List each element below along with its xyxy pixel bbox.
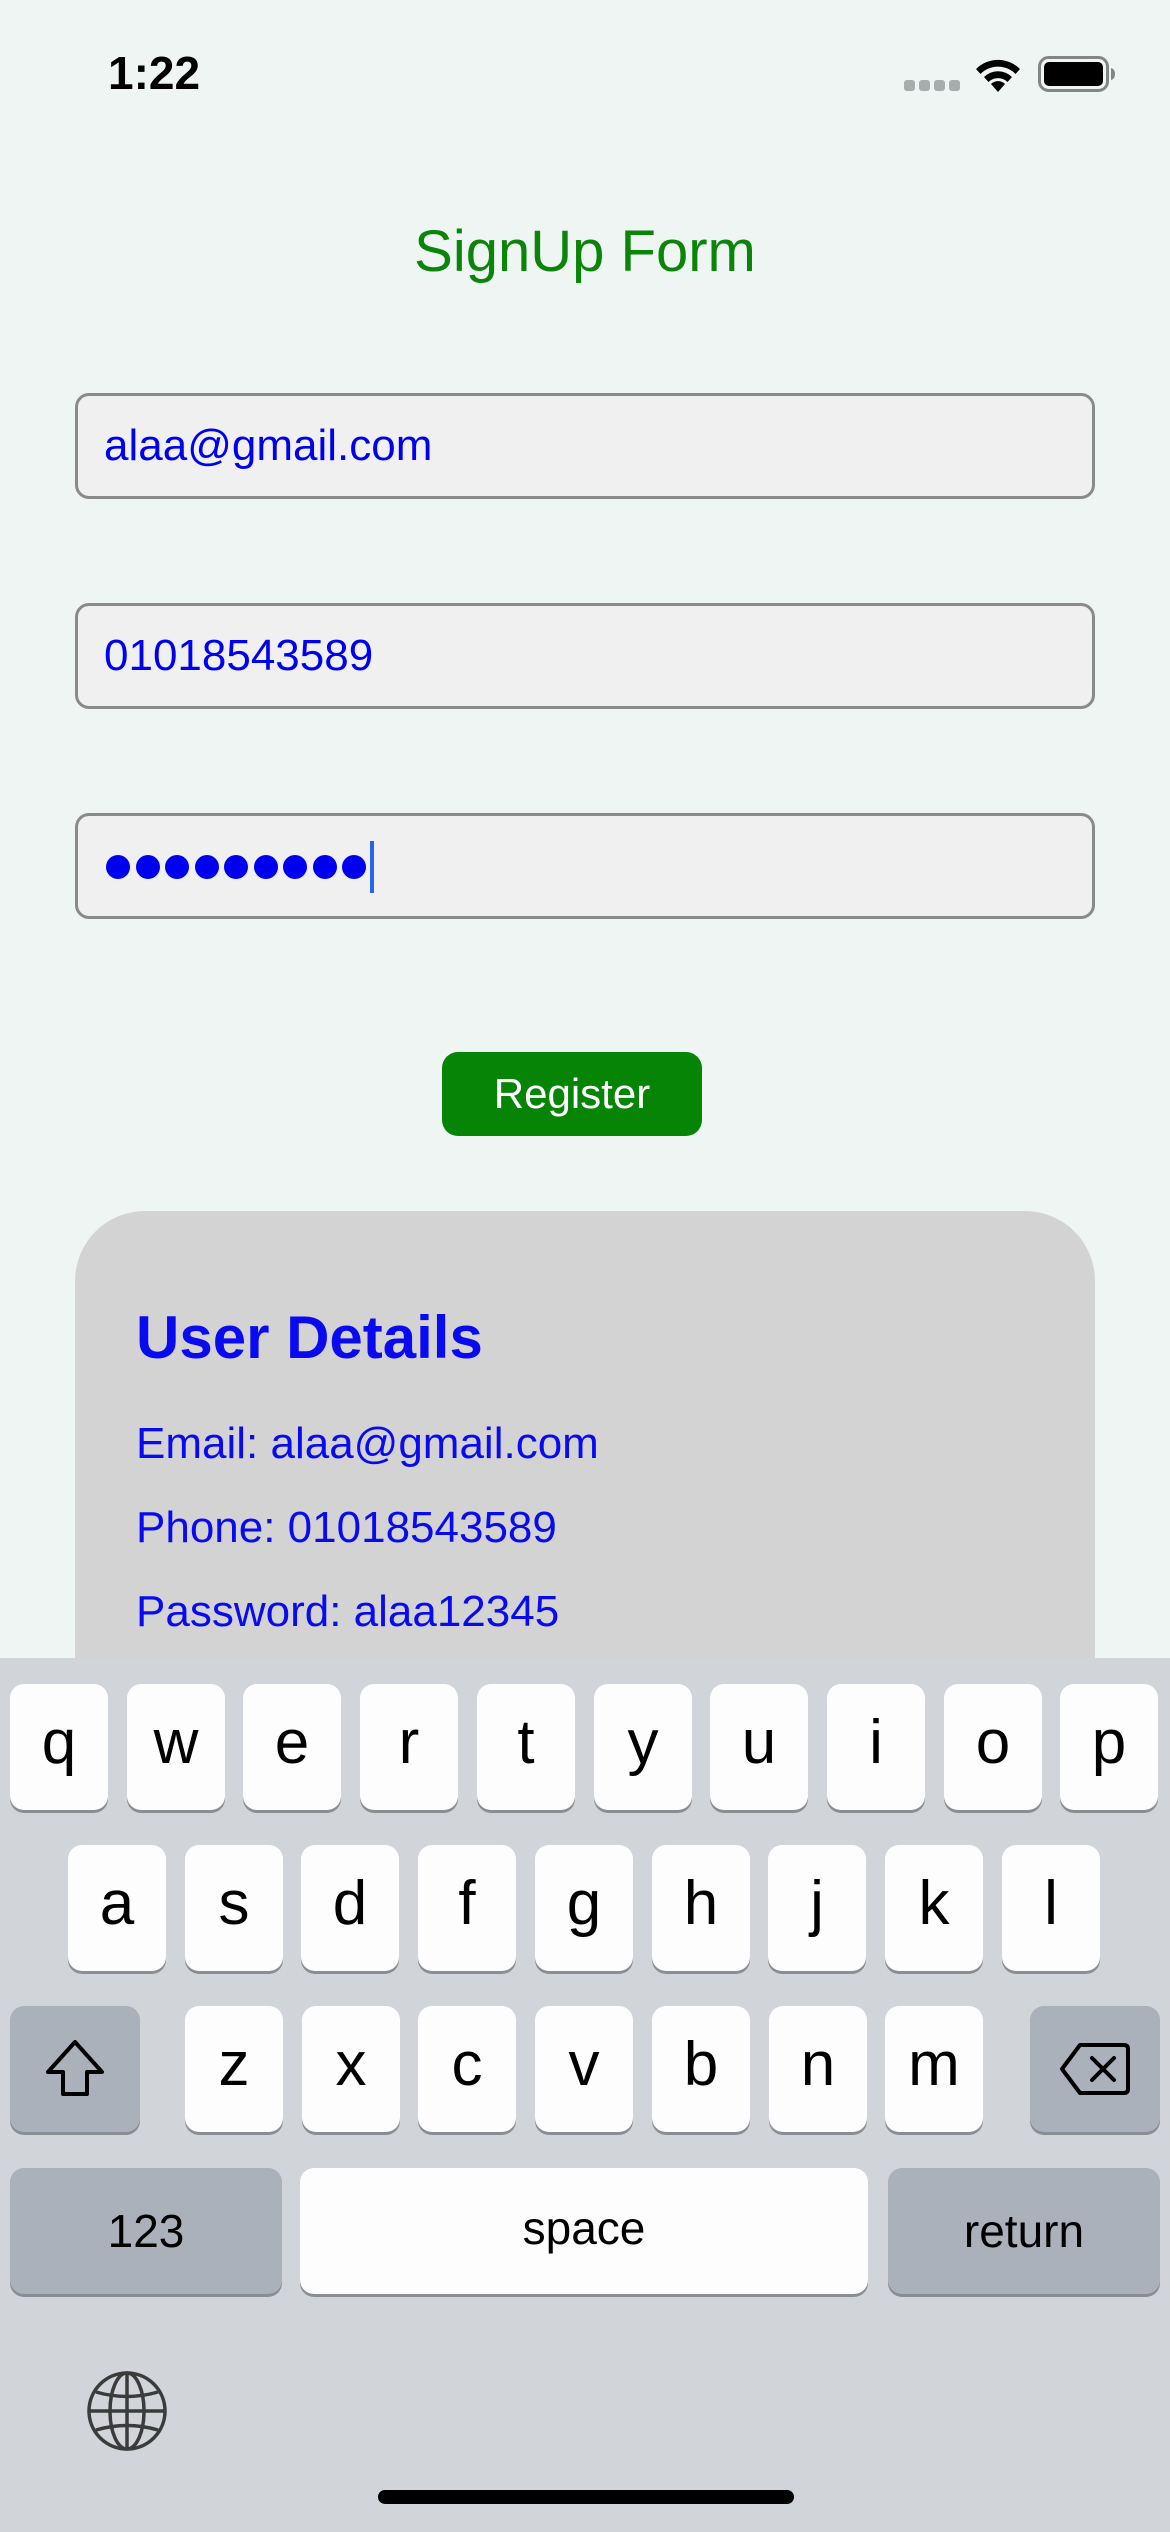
password-field[interactable] (75, 813, 1095, 919)
user-details-title: User Details (136, 1304, 483, 1371)
key-d[interactable]: d (301, 1845, 399, 1971)
key-w[interactable]: w (127, 1684, 225, 1810)
status-bar: 1:22 (0, 0, 1170, 150)
key-o[interactable]: o (944, 1684, 1042, 1810)
key-z[interactable]: z (185, 2006, 283, 2132)
return-key[interactable]: return (888, 2168, 1160, 2294)
password-mask-dot (165, 855, 189, 879)
password-mask-dot (253, 855, 278, 879)
key-t[interactable]: t (477, 1684, 575, 1810)
key-u[interactable]: u (710, 1684, 808, 1810)
details-phone: Phone: 01018543589 (136, 1503, 557, 1552)
email-field[interactable]: alaa@gmail.com (75, 393, 1095, 499)
shift-icon (46, 2040, 104, 2096)
page-title: SignUp Form (414, 219, 756, 284)
delete-icon (1060, 2043, 1130, 2095)
wifi-icon (976, 59, 1020, 92)
register-button[interactable]: Register (442, 1052, 702, 1136)
status-time: 1:22 (108, 47, 201, 99)
password-mask-dot (194, 855, 219, 879)
key-x[interactable]: x (302, 2006, 400, 2132)
phone-field-value: 01018543589 (104, 631, 374, 680)
space-key[interactable]: space (300, 2168, 868, 2294)
details-password: Password: alaa12345 (136, 1587, 560, 1636)
delete-key[interactable] (1030, 2006, 1160, 2132)
globe-icon[interactable] (84, 2368, 170, 2454)
key-g[interactable]: g (535, 1845, 633, 1971)
key-b[interactable]: b (652, 2006, 750, 2132)
key-y[interactable]: y (594, 1684, 692, 1810)
password-mask (106, 841, 374, 893)
password-mask-dot (224, 855, 248, 879)
key-f[interactable]: f (418, 1845, 516, 1971)
key-q[interactable]: q (10, 1684, 108, 1810)
battery-icon (1038, 56, 1115, 92)
shift-key[interactable] (10, 2006, 140, 2132)
password-mask-dot (106, 855, 130, 879)
key-k[interactable]: k (885, 1845, 983, 1971)
password-mask-dot (283, 855, 307, 879)
key-j[interactable]: j (768, 1845, 866, 1971)
home-indicator (378, 2490, 794, 2504)
key-i[interactable]: i (827, 1684, 925, 1810)
key-s[interactable]: s (185, 1845, 283, 1971)
text-caret (369, 841, 374, 893)
phone-field[interactable]: 01018543589 (75, 603, 1095, 709)
key-r[interactable]: r (360, 1684, 458, 1810)
password-mask-dot (135, 855, 160, 879)
key-p[interactable]: p (1060, 1684, 1158, 1810)
key-c[interactable]: c (418, 2006, 516, 2132)
key-h[interactable]: h (652, 1845, 750, 1971)
key-a[interactable]: a (68, 1845, 166, 1971)
cellular-signal-icon (904, 80, 960, 92)
key-v[interactable]: v (535, 2006, 633, 2132)
key-n[interactable]: n (769, 2006, 867, 2132)
numbers-key[interactable]: 123 (10, 2168, 282, 2294)
key-l[interactable]: l (1002, 1845, 1100, 1971)
key-e[interactable]: e (243, 1684, 341, 1810)
email-field-value: alaa@gmail.com (104, 421, 433, 470)
password-mask-dot (312, 855, 337, 879)
key-m[interactable]: m (885, 2006, 983, 2132)
details-email: Email: alaa@gmail.com (136, 1419, 599, 1468)
password-mask-dot (342, 855, 366, 879)
